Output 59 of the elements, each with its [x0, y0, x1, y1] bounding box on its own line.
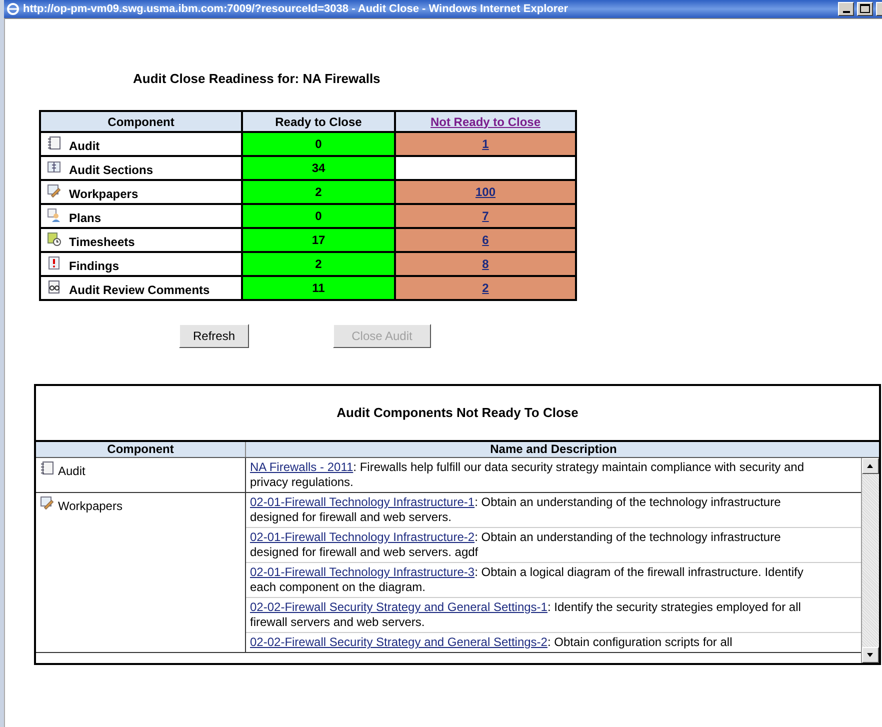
table-cell: 17	[242, 228, 395, 252]
description-text: NA Firewalls - 2011: Firewalls help fulfill our data security strategy maintain compliance with security and privacy regulations.	[249, 459, 806, 491]
component-name: Workpapers	[58, 499, 122, 513]
table-cell: 2	[242, 252, 395, 276]
section-title: Audit Components Not Ready To Close	[336, 404, 580, 422]
close-button[interactable]	[876, 2, 882, 16]
count-link[interactable]: 2	[482, 281, 489, 295]
alert-document-icon	[47, 256, 61, 270]
table-cell: 34	[242, 156, 395, 180]
column-header: Component	[36, 442, 246, 457]
book-icon	[47, 160, 61, 174]
item-link[interactable]: 02-02-Firewall Security Strategy and General Settings-2	[250, 635, 548, 649]
column-header: Ready to Close	[242, 111, 395, 132]
notebook-icon	[47, 136, 61, 150]
action-button[interactable]: Refresh	[179, 324, 249, 348]
description-text: 02-02-Firewall Security Strategy and General Settings-2: Obtain configuration scripts for all	[249, 634, 734, 651]
column-header: Component	[40, 111, 242, 132]
notebook-icon	[40, 461, 54, 475]
component-name: Audit	[58, 464, 86, 478]
count-link[interactable]: 100	[475, 185, 496, 199]
item-link[interactable]: 02-01-Firewall Technology Infrastructure-1	[250, 495, 475, 509]
component-name: Audit Sections	[69, 162, 154, 176]
table-cell: 11	[242, 276, 395, 300]
scroll-down-icon[interactable]	[862, 647, 879, 663]
description-text: 02-01-Firewall Technology Infrastructure-3: Obtain a logical diagram of the firewall infrastructure. Identify each component on the diagram.	[246, 563, 861, 598]
glasses-document-icon	[47, 280, 61, 294]
window-title: http://op-pm-vm09.swg.usma.ibm.com:7009/?resourceId=3038 - Audit Close - Windows Internet Explorer	[23, 3, 570, 15]
page-heading: Audit Close Readiness for: NA Firewalls	[133, 71, 380, 86]
item-link[interactable]: 02-01-Firewall Technology Infrastructure-3	[250, 565, 475, 579]
component-name: Timesheets	[69, 234, 135, 248]
component-name: Findings	[69, 258, 119, 272]
table-cell: 0	[242, 204, 395, 228]
description-text: 02-01-Firewall Technology Infrastructure-2: Obtain an understanding of the technology infrastructure designed for firewall and web servers. agdf	[246, 528, 861, 563]
count-link[interactable]: 8	[482, 257, 489, 271]
book-pencil-icon	[47, 184, 61, 198]
item-link[interactable]: 02-01-Firewall Technology Infrastructure-2	[250, 530, 475, 544]
item-link[interactable]: 02-02-Firewall Security Strategy and General Settings-1	[250, 600, 548, 614]
scroll-up-icon[interactable]	[862, 458, 879, 474]
person-document-icon	[47, 208, 61, 222]
component-name: Workpapers	[69, 186, 138, 200]
browser-logo-icon	[6, 2, 20, 16]
component-name: Audit Review Comments	[69, 282, 210, 296]
table-cell: 2	[242, 180, 395, 204]
sheet-clock-icon	[47, 232, 61, 246]
count-link[interactable]: 6	[482, 233, 489, 247]
component-name: Plans	[69, 210, 102, 224]
scrollbar[interactable]	[861, 458, 879, 663]
item-link[interactable]: NA Firewalls - 2011	[250, 460, 354, 474]
column-header: Name and Description	[489, 442, 618, 457]
component-name: Audit	[69, 138, 100, 152]
table-cell: 0	[242, 132, 395, 156]
maximize-button[interactable]	[857, 2, 873, 16]
minimize-button[interactable]	[838, 2, 854, 16]
column-header[interactable]: Not Ready to Close	[395, 111, 576, 132]
description-text: 02-02-Firewall Security Strategy and General Settings-1: Identify the security strategies employed for all firewall servers and web servers.	[246, 598, 861, 633]
count-link[interactable]: 7	[482, 209, 489, 223]
book-pencil-icon	[40, 496, 54, 510]
description-text: 02-01-Firewall Technology Infrastructure-1: Obtain an understanding of the technology infrastructure designed for firewall and web servers.	[246, 493, 861, 528]
count-link[interactable]: 1	[482, 137, 489, 151]
